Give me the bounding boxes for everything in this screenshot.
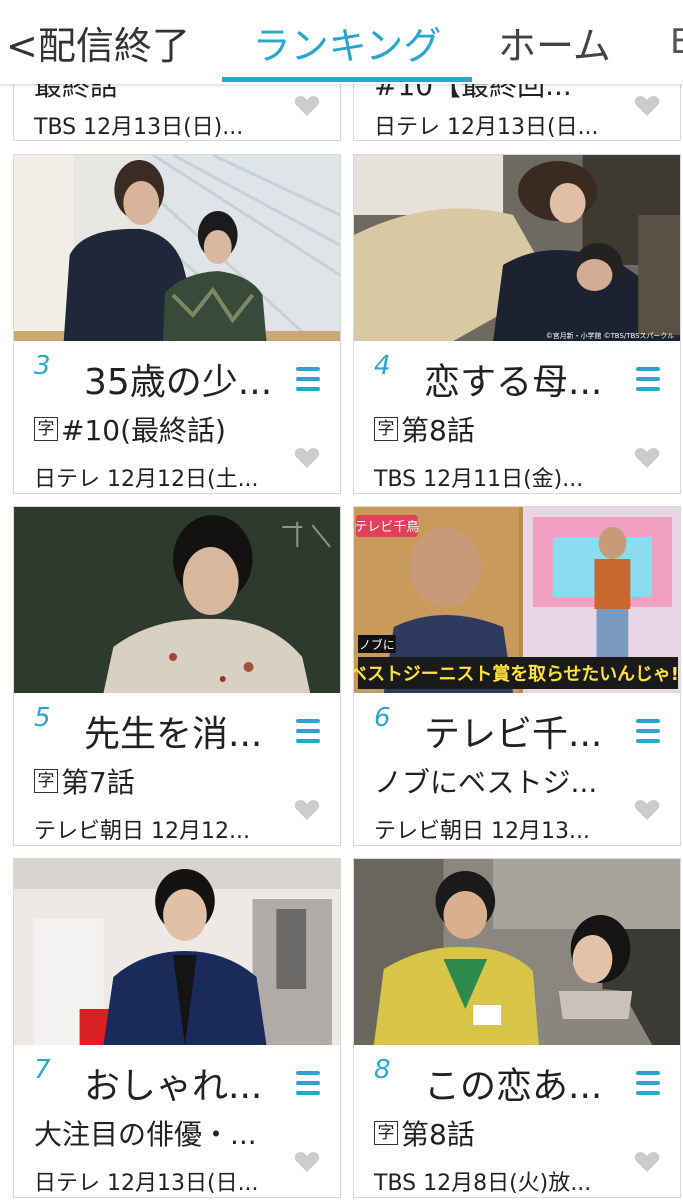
program-title: テレビ千...: [424, 714, 603, 755]
card-subtitle: 字 #10(最終話): [34, 409, 324, 449]
card-broadcast-info: 日テレ 12月12日(土...: [34, 467, 259, 492]
favorite-heart-icon[interactable]: [294, 447, 320, 469]
favorite-heart-icon[interactable]: [634, 95, 660, 117]
card-broadcast-info: 日テレ 12月13日(日...: [34, 1171, 259, 1196]
menu-icon[interactable]: [636, 1071, 660, 1099]
program-title: 先生を消...: [84, 714, 263, 755]
tab-home[interactable]: ホーム: [498, 0, 611, 84]
card-thumbnail[interactable]: [354, 859, 680, 1045]
ranking-card-3[interactable]: 3 35歳の少... 字 #10(最終話) 日テレ 12月12日(土...: [13, 154, 341, 494]
favorite-heart-icon[interactable]: [634, 447, 660, 469]
rank-number: 6: [374, 703, 391, 733]
thumb-logo-text: テレビ千鳥: [355, 520, 420, 535]
card-subtitle: 大注目の俳優・...: [34, 1118, 257, 1151]
favorite-heart-icon[interactable]: [634, 799, 660, 821]
thumb-credit-text: ©宮月新・小学館 ©TBS/TBSスパークル: [546, 331, 674, 340]
program-title: 恋する母...: [424, 362, 603, 403]
menu-icon[interactable]: [636, 367, 660, 395]
thumb-banner-text: ベストジーニスト賞を取らせたいんじゃ!!: [354, 663, 680, 685]
rank-number: 7: [34, 1055, 51, 1085]
ranking-card-7[interactable]: 7 おしゃれ... 大注目の俳優・... 日テレ 12月13日(日...: [13, 858, 341, 1198]
caption-icon: 字: [374, 417, 398, 441]
ranking-card-4[interactable]: ©宮月新・小学館 ©TBS/TBSスパークル 4 恋する母... 字 第8話 T…: [353, 154, 681, 494]
ranking-card-8[interactable]: 8 この恋あ... 字 第8話 TBS 12月8日(火)放...: [353, 858, 681, 1198]
card-broadcast-info: TBS 12月11日(金)...: [374, 467, 584, 492]
program-title: この恋あ...: [424, 1066, 603, 1107]
tab-ended[interactable]: <配信終了: [6, 0, 190, 84]
card-thumbnail[interactable]: [14, 507, 340, 693]
ranking-card-6[interactable]: テレビ千鳥 ノブに ベストジーニスト賞を取らせたいんじゃ!! 6 テレビ千...…: [353, 506, 681, 846]
menu-icon[interactable]: [296, 719, 320, 747]
card-thumbnail[interactable]: ©宮月新・小学館 ©TBS/TBSスパークル: [354, 155, 680, 341]
rank-number: 5: [34, 703, 51, 733]
menu-icon[interactable]: [296, 1071, 320, 1099]
menu-icon[interactable]: [296, 367, 320, 395]
top-tab-bar: <配信終了 ランキング ホーム E: [0, 0, 683, 84]
tab-next-edge[interactable]: E: [670, 0, 683, 84]
card-broadcast-info: TBS 12月8日(火)放...: [374, 1171, 592, 1196]
card-broadcast-info: テレビ朝日 12月12...: [34, 819, 250, 844]
favorite-heart-icon[interactable]: [634, 1151, 660, 1173]
card-subtitle: ノブにベストジ...: [374, 766, 598, 799]
caption-icon: 字: [34, 417, 58, 441]
card-broadcast-info: 日テレ 12月13日(日...: [374, 115, 599, 140]
caption-icon: 字: [34, 769, 58, 793]
card-subtitle: 字 第8話: [374, 1113, 664, 1153]
card-thumbnail[interactable]: テレビ千鳥 ノブに ベストジーニスト賞を取らせたいんじゃ!!: [354, 507, 680, 693]
favorite-heart-icon[interactable]: [294, 1151, 320, 1173]
menu-icon[interactable]: [636, 719, 660, 747]
card-thumbnail[interactable]: [14, 155, 340, 341]
thumb-nobu-text: ノブに: [359, 637, 395, 652]
program-title: 35歳の少...: [84, 362, 273, 403]
rank-number: 8: [374, 1055, 391, 1085]
card-broadcast-info: テレビ朝日 12月13...: [374, 819, 590, 844]
card-subtitle: 字 第7話: [34, 761, 324, 801]
favorite-heart-icon[interactable]: [294, 799, 320, 821]
favorite-heart-icon[interactable]: [294, 95, 320, 117]
card-subtitle: 字 第8話: [374, 409, 664, 449]
program-title: おしゃれ...: [84, 1066, 263, 1107]
rank-number: 4: [374, 351, 391, 381]
caption-icon: 字: [374, 1121, 398, 1145]
card-thumbnail[interactable]: [14, 859, 340, 1045]
card-broadcast-info: TBS 12月13日(日)...: [34, 115, 244, 140]
rank-number: 3: [34, 351, 51, 381]
ranking-card-5[interactable]: 5 先生を消... 字 第7話 テレビ朝日 12月12...: [13, 506, 341, 846]
ranking-grid: 最終話 TBS 12月13日(日)... #10【最終回... 日テレ 12月1…: [0, 0, 683, 1200]
tab-ranking[interactable]: ランキング: [222, 0, 472, 84]
